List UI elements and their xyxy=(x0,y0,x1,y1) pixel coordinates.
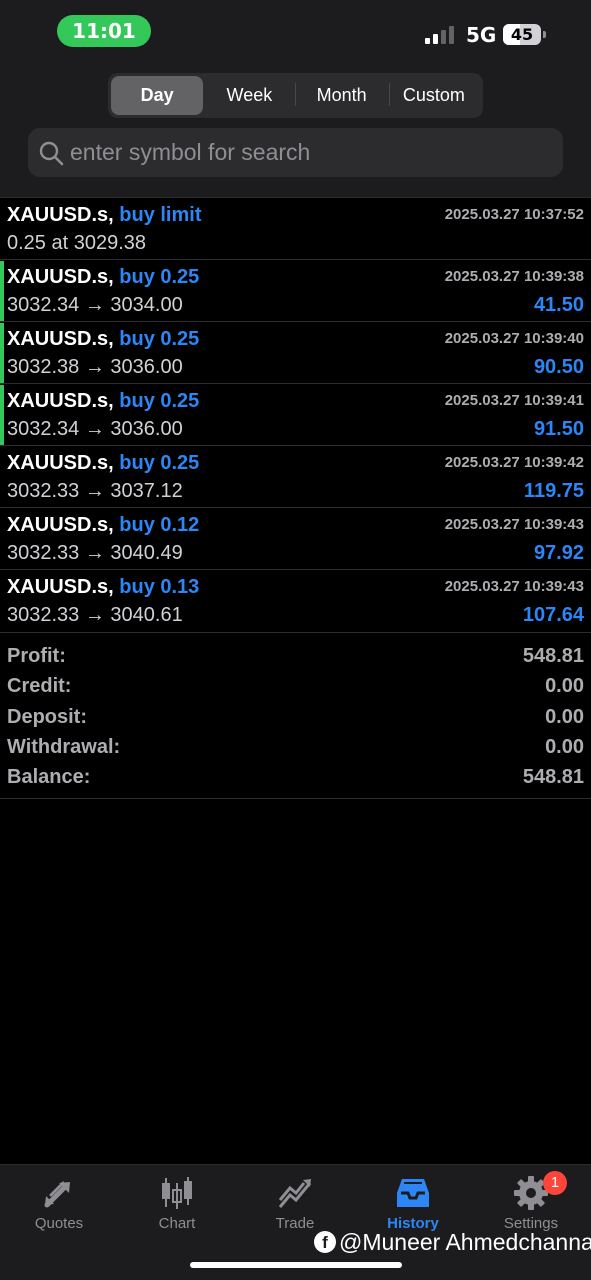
deal-row[interactable]: XAUUSD.s, buy 0.25 2025.03.27 10:39:42 303… xyxy=(0,445,591,507)
deal-profit: 97.92 xyxy=(533,542,584,564)
quotes-arrows-icon xyxy=(44,1181,70,1208)
battery-icon: 45 xyxy=(503,24,541,45)
tab-custom[interactable]: Custom xyxy=(388,76,480,115)
summary-value: 0.00 xyxy=(545,675,584,698)
deal-row[interactable]: XAUUSD.s, buy 0.12 2025.03.27 10:39:43 303… xyxy=(0,507,591,569)
symbol-label: XAUUSD.s, xyxy=(7,266,114,288)
deal-symbol: XAUUSD.s, buy 0.25 xyxy=(7,328,199,351)
summary-label: Credit: xyxy=(7,675,72,698)
deal-profit: 91.50 xyxy=(533,418,584,440)
summary-label: Deposit: xyxy=(7,705,87,728)
deal-action: buy 0.12 xyxy=(119,514,200,536)
deal-prices: 3032.33 → 3040.61 xyxy=(7,604,183,626)
signal-strength-icon xyxy=(425,26,457,44)
symbol-label: XAUUSD.s, xyxy=(7,576,114,598)
summary-label: Balance: xyxy=(7,766,91,789)
summary-label: Profit: xyxy=(7,645,66,667)
deal-time: 2025.03.27 10:39:38 xyxy=(444,268,584,285)
facebook-icon: f xyxy=(314,1231,336,1253)
tab-chart[interactable]: Chart xyxy=(118,1165,236,1245)
symbol-label: XAUUSD.s, xyxy=(7,452,114,474)
deal-action: buy 0.25 xyxy=(119,266,200,288)
symbol-label: XAUUSD.s, xyxy=(7,204,114,226)
period-segmented-control: Day Week Month Custom xyxy=(108,73,483,118)
deal-prices: 3032.33 → 3040.49 xyxy=(7,542,183,564)
deal-profit: 119.75 xyxy=(523,480,584,502)
watermark-text: @Muneer Ahmedchanna xyxy=(339,1228,591,1255)
deal-time: 2025.03.27 10:39:42 xyxy=(444,454,584,471)
home-indicator xyxy=(190,1262,402,1268)
summary-label: Withdrawal: xyxy=(7,735,121,758)
deal-time: 2025.03.27 10:39:41 xyxy=(444,392,584,409)
watermark: f @Muneer Ahmedchanna xyxy=(314,1228,591,1256)
order-action: buy limit xyxy=(119,204,202,226)
search-input[interactable] xyxy=(70,128,550,177)
tab-week[interactable]: Week xyxy=(203,76,295,115)
tab-chart-label: Chart xyxy=(158,1215,196,1232)
deal-symbol: XAUUSD.s, buy 0.25 xyxy=(7,266,199,289)
tab-quotes-label: Quotes xyxy=(34,1215,84,1232)
deal-action: buy 0.13 xyxy=(119,576,200,598)
deal-rows: XAUUSD.s, buy 0.25 2025.03.27 10:39:38 303… xyxy=(0,259,591,631)
summary-value: 0.00 xyxy=(545,735,584,758)
deal-prices: 3032.33 → 3037.12 xyxy=(7,480,183,502)
segment-divider xyxy=(389,83,390,106)
deal-row[interactable]: XAUUSD.s, buy 0.25 2025.03.27 10:39:40 303… xyxy=(0,321,591,383)
summary-row: Credit: 0.00 xyxy=(0,673,591,703)
position-accent-bar xyxy=(0,323,4,383)
deal-action: buy 0.25 xyxy=(119,328,200,350)
tab-month[interactable]: Month xyxy=(296,76,388,115)
summary-row: Profit: 548.81 xyxy=(0,643,591,673)
search-bar[interactable] xyxy=(28,128,563,177)
trend-icon xyxy=(278,1179,312,1208)
deal-profit: 90.50 xyxy=(533,356,584,378)
deal-prices: 3032.38 → 3036.00 xyxy=(7,356,183,378)
deal-time: 2025.03.27 10:39:43 xyxy=(444,578,584,595)
account-summary: Profit: 548.81 Credit: 0.00 Deposit: 0.00 With… xyxy=(0,632,591,799)
summary-row: Deposit: 0.00 xyxy=(0,704,591,734)
summary-value: 548.81 xyxy=(522,645,584,667)
candlestick-icon xyxy=(162,1177,192,1209)
deal-row[interactable]: XAUUSD.s, buy 0.13 2025.03.27 10:39:43 303… xyxy=(0,569,591,631)
tab-quotes[interactable]: Quotes xyxy=(0,1165,118,1245)
settings-notification-badge: 1 xyxy=(543,1171,567,1195)
deal-symbol: XAUUSD.s, buy 0.13 xyxy=(7,576,199,599)
search-icon xyxy=(39,141,64,166)
top-header: 11:01 5G 45 Day Week Month Custom xyxy=(0,0,591,197)
order-detail: 0.25 at 3029.38 xyxy=(7,232,147,254)
deal-row[interactable]: XAUUSD.s, buy 0.25 2025.03.27 10:39:41 303… xyxy=(0,383,591,445)
position-accent-bar xyxy=(0,385,4,445)
deal-symbol: XAUUSD.s, buy 0.12 xyxy=(7,514,199,537)
tab-day[interactable]: Day xyxy=(111,76,204,115)
deal-prices: 3032.34 → 3036.00 xyxy=(7,418,183,440)
network-type: 5G xyxy=(466,23,497,47)
summary-row: Withdrawal: 0.00 xyxy=(0,734,591,764)
order-time: 2025.03.27 10:37:52 xyxy=(444,206,584,223)
deal-prices: 3032.34 → 3034.00 xyxy=(7,294,183,316)
battery-tip xyxy=(543,31,546,38)
symbol-label: XAUUSD.s, xyxy=(7,390,114,412)
deal-action: buy 0.25 xyxy=(119,390,200,412)
deal-profit: 107.64 xyxy=(522,604,584,626)
history-list: XAUUSD.s, buy limit 2025.03.27 10:37:52 … xyxy=(0,197,591,631)
order-row[interactable]: XAUUSD.s, buy limit 2025.03.27 10:37:52 … xyxy=(0,197,591,259)
summary-value: 0.00 xyxy=(545,705,584,728)
position-accent-bar xyxy=(0,261,4,321)
segment-divider xyxy=(295,83,296,106)
order-symbol: XAUUSD.s, buy limit xyxy=(7,204,202,227)
deal-action: buy 0.25 xyxy=(119,452,200,474)
battery-level: 45 xyxy=(510,25,534,44)
symbol-label: XAUUSD.s, xyxy=(7,514,114,536)
deal-symbol: XAUUSD.s, buy 0.25 xyxy=(7,452,199,475)
status-time: 11:01 xyxy=(57,15,151,47)
deal-row[interactable]: XAUUSD.s, buy 0.25 2025.03.27 10:39:38 303… xyxy=(0,259,591,321)
inbox-icon xyxy=(397,1179,429,1207)
deal-symbol: XAUUSD.s, buy 0.25 xyxy=(7,390,199,413)
summary-value: 548.81 xyxy=(522,766,584,789)
deal-time: 2025.03.27 10:39:43 xyxy=(444,516,584,533)
summary-row: Balance: 548.81 xyxy=(0,764,591,794)
deal-profit: 41.50 xyxy=(533,294,584,316)
symbol-label: XAUUSD.s, xyxy=(7,328,114,350)
deal-time: 2025.03.27 10:39:40 xyxy=(444,330,584,347)
